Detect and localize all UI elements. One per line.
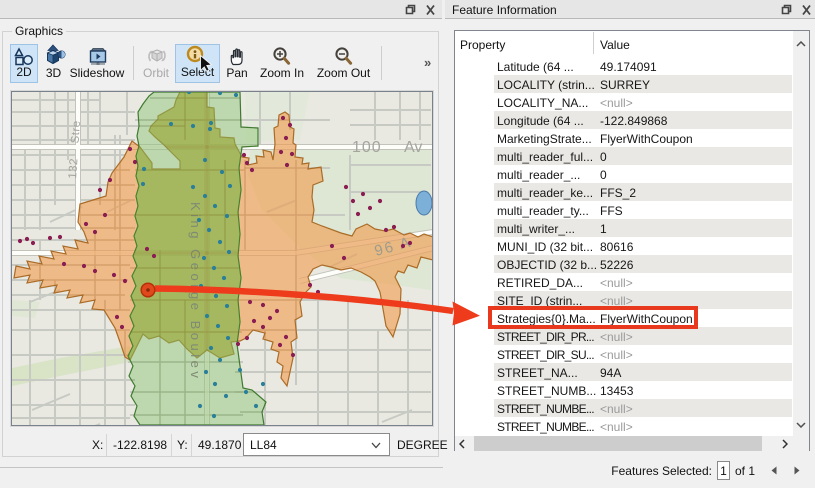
svg-text:100: 100 — [352, 139, 382, 156]
svg-text:Av: Av — [404, 139, 422, 156]
svg-text:King George Boulev: King George Boulev — [188, 202, 203, 381]
